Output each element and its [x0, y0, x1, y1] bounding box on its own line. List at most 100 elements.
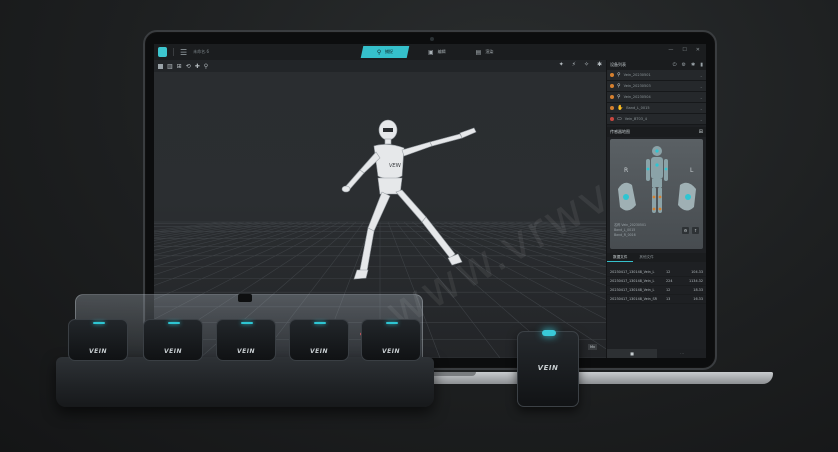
webcam — [430, 37, 434, 41]
device-name: Vein_20230501 — [623, 73, 651, 77]
sensor-brand: VEIN — [164, 348, 182, 355]
maximize-icon[interactable]: ☐ — [682, 47, 686, 53]
run-icon[interactable]: ⚡ — [572, 61, 576, 68]
single-view-icon[interactable] — [158, 63, 163, 69]
table-row[interactable]: 20230417_130148_Vein_L 12 18.33 — [607, 286, 706, 295]
pose-tools: ✦ ⚡ ✧ ✱ — [559, 61, 602, 68]
status-dot — [610, 95, 614, 99]
upload-button[interactable]: ↑ — [692, 227, 699, 234]
panel-footer: ■ ⋯ — [607, 349, 706, 358]
chevron-down-icon[interactable]: ⌄ — [700, 106, 703, 111]
sensor-body-map: R L 名称 Vein_20230501 Band_L_0015 Band_R_… — [610, 139, 703, 249]
sensor-icon: ⚲ — [617, 94, 621, 100]
grid-view-icon[interactable]: ⊞ — [177, 63, 182, 70]
sensor-brand: VEIN — [382, 348, 400, 355]
close-icon[interactable]: ✕ — [696, 47, 700, 53]
frames-cell: 224 — [666, 279, 673, 283]
window-controls: — ☐ ✕ — [668, 47, 700, 53]
device-name: Vein_20230504 — [623, 95, 651, 99]
file-name-cell: 20230417_130148_Vein_L — [610, 288, 655, 292]
sensor-map-header: 传感器地图 ⊞ — [607, 127, 706, 137]
chevron-down-icon[interactable]: ⌄ — [700, 84, 703, 89]
device-row[interactable]: ⚲ Vein_20230501 ⌄ — [607, 70, 706, 81]
figure-icon[interactable]: ✱ — [691, 62, 695, 68]
gear-icon[interactable]: ⚙ — [682, 62, 686, 68]
battery-icon[interactable]: ▮ — [700, 62, 703, 68]
size-cell: 18.33 — [693, 288, 703, 292]
tab-label: 编辑 — [437, 49, 446, 54]
hamburger-menu-icon[interactable]: ☰ — [180, 48, 187, 57]
sensor-brand: VEIN — [310, 348, 328, 355]
sensor-brand: VEIN — [537, 364, 559, 372]
dock-hinge — [238, 294, 252, 302]
info-line: Band_R_0016 — [614, 233, 636, 237]
tab-data-files[interactable]: 数据文件 — [607, 253, 634, 262]
tpose-icon[interactable]: ✦ — [559, 61, 564, 68]
dock-sensor: VEIN — [361, 319, 421, 361]
receiver-icon: ▭ — [617, 116, 622, 122]
render-icon: ▤ — [475, 48, 482, 56]
record-button[interactable]: ■ — [607, 349, 657, 358]
device-row[interactable]: ⚲ Vein_20230504 ⌄ — [607, 92, 706, 103]
device-name: Vein_20230503 — [623, 84, 651, 88]
walk-icon[interactable]: ✧ — [584, 61, 589, 68]
size-cell: 1134.32 — [688, 279, 703, 283]
reset-icon[interactable]: ⟲ — [186, 63, 191, 70]
size-cell: 104.33 — [691, 270, 703, 274]
secondary-button[interactable]: ⋯ — [657, 349, 706, 358]
tab-edit[interactable]: ▣ 编辑 — [418, 46, 456, 58]
sensor-led — [93, 322, 105, 324]
grid-view-icon[interactable]: ⊞ — [699, 129, 703, 135]
chevron-down-icon[interactable]: ⌄ — [700, 95, 703, 100]
zoom-icon[interactable]: ⚲ — [204, 63, 208, 70]
viewport-toolbar: ▥ ⊞ ⟲ ✚ ⚲ ✦ ⚡ ✧ ✱ — [154, 60, 606, 72]
table-row[interactable]: 20230417_130148_Vein_SR 13 16.33 — [607, 295, 706, 304]
svg-text:VEIN: VEIN — [389, 163, 401, 169]
move-icon[interactable]: ✚ — [195, 63, 200, 70]
settings-icon[interactable]: ✱ — [597, 61, 602, 68]
tab-label: 捕捉 — [385, 49, 394, 54]
dock-sensor: VEIN — [68, 319, 128, 361]
device-row[interactable]: ✋ Band_L_0015 ⌄ — [607, 103, 706, 114]
device-list: ⚲ Vein_20230501 ⌄ ⚲ Vein_20230503 ⌄ ⚲ Ve… — [607, 70, 706, 125]
device-row[interactable]: ⚲ Vein_20230503 ⌄ — [607, 81, 706, 92]
sensor-icon: ⚲ — [617, 72, 621, 78]
file-name-cell: 20230417_130148_Vein_SR — [610, 297, 658, 301]
sensor-brand: VEIN — [89, 348, 107, 355]
table-row[interactable]: 20230417_130148_Vein_L 12 104.33 — [607, 268, 706, 277]
size-cell: 16.33 — [693, 297, 703, 301]
capture-icon: ⚲ — [376, 48, 382, 56]
tab-capture[interactable]: ⚲ 捕捉 — [360, 46, 410, 58]
minimize-icon[interactable]: — — [668, 47, 673, 53]
dock-sensor: VEIN — [143, 319, 203, 361]
tab-other-files[interactable]: 其他文件 — [633, 253, 659, 262]
glove-icon: ✋ — [617, 105, 624, 111]
file-name-cell: 20230417_130148_Vein_L — [610, 270, 655, 274]
status-dot — [610, 117, 614, 121]
file-name-cell: 20230417_130148_Vein_L — [610, 279, 655, 283]
status-dot — [610, 106, 614, 110]
settings-button[interactable]: ⚙ — [682, 227, 689, 234]
devices-header: 设备列表 ⏻ ⚙ ✱ ▮ — [607, 60, 706, 70]
devices-title: 设备列表 — [610, 62, 626, 67]
zoom-indicator: Mv — [588, 344, 598, 350]
tab-render[interactable]: ▤ 渲染 — [466, 46, 504, 58]
device-row[interactable]: ▭ Vein_BT03_4 ⌄ — [607, 114, 706, 125]
camera-icon: ■ — [630, 351, 634, 356]
device-name: Band_L_0015 — [626, 106, 650, 110]
power-icon[interactable]: ⏻ — [673, 62, 677, 68]
frames-cell: 12 — [666, 270, 671, 274]
sensor-led — [168, 322, 180, 324]
status-dot — [610, 84, 614, 88]
table-row[interactable]: 20230417_130148_Vein_L 224 1134.32 — [607, 277, 706, 286]
sensor-led — [241, 322, 253, 324]
sensor-led — [386, 322, 398, 324]
status-dot — [610, 73, 614, 77]
mode-tabs: ⚲ 捕捉 ▣ 编辑 ▤ 渲染 — [360, 46, 504, 58]
chevron-down-icon[interactable]: ⌄ — [700, 117, 703, 122]
sensor-brand: VEIN — [237, 348, 255, 355]
split-view-icon[interactable]: ▥ — [167, 63, 173, 70]
frames-cell: 12 — [666, 288, 671, 292]
chevron-down-icon[interactable]: ⌄ — [700, 73, 703, 78]
data-file-list: 20230417_130148_Vein_L 12 104.33 2023041… — [607, 268, 706, 304]
